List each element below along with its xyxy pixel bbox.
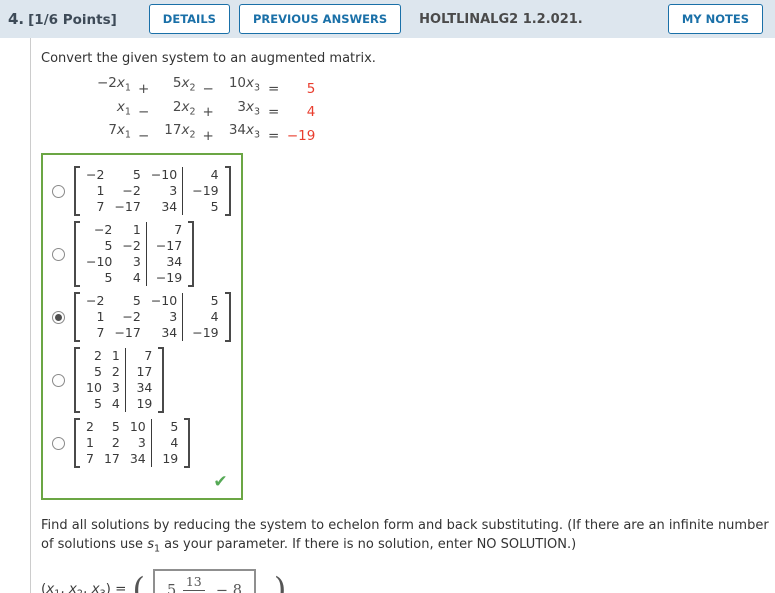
correct-checkmark-icon: ✔ xyxy=(213,472,228,493)
answer-fraction: 13 2 xyxy=(182,574,205,593)
equation-system: −2x1 +5x2−10x3 = 5 x1−2x2 +3x3 = 4 7x1−17x2 +34x3… xyxy=(89,74,315,145)
my-notes-button[interactable]: MY NOTES xyxy=(667,4,763,34)
question-header-bar: 4. [1/6 Points] DETAILS PREVIOUS ANSWERS … xyxy=(0,0,775,38)
solve-instruction: Find all solutions by reducing the syste… xyxy=(41,516,775,559)
choice-radio[interactable] xyxy=(52,184,65,198)
matrix-values: −2 1 7 5 −2 −17 −10 3 34 5 4 −19 xyxy=(81,222,188,287)
equation-operator: − xyxy=(137,104,150,121)
equation-term: 5x2 xyxy=(172,75,196,94)
question-points: [1/6 Points] xyxy=(28,12,117,28)
matrix-values: −2 5 −10 5 1 −2 3 4 7 −17 34 −19 xyxy=(81,293,224,342)
choice-radio[interactable] xyxy=(52,247,65,261)
matrix-values: −2 5 −10 4 1 −2 3 −19 7 −17 34 5 xyxy=(81,167,224,216)
multiple-choice-box: −2 5 −10 4 1 −2 3 −19 7 −17 34 5 −2 1 7 5 −2 −17 −10 3 34 5 4−… xyxy=(41,153,243,501)
answer-input-box[interactable]: 5, 13 2 , − 8 ✖ xyxy=(152,568,256,593)
right-bracket xyxy=(224,166,231,217)
assignment-code: HOLTLINALG2 1.2.021. xyxy=(419,11,583,27)
choice-radio[interactable] xyxy=(52,373,65,387)
question-content: Convert the given system to an augmented… xyxy=(30,38,775,593)
matrix-values: 2 5 10 5 1 2 3 4 7 17 34 19 xyxy=(81,419,184,468)
details-button[interactable]: DETAILS xyxy=(148,4,230,34)
left-bracket xyxy=(74,347,80,414)
answer-row: (x1, x2, x3) = ( 5, 13 2 , − 8 ✖ ) xyxy=(41,568,775,593)
right-bracket xyxy=(158,347,165,414)
right-bracket xyxy=(188,221,195,288)
problem-intro: Convert the given system to an augmented… xyxy=(41,51,376,66)
previous-answers-button[interactable]: PREVIOUS ANSWERS xyxy=(238,4,402,34)
equation-operator: + xyxy=(202,104,214,121)
answer-choice[interactable]: −2 5 −10 4 1 −2 3 −19 7 −17 34 5 xyxy=(52,165,231,217)
equation-row: 7x1−17x2 +34x3 = −19 xyxy=(89,121,315,145)
equals-sign: = xyxy=(268,104,280,121)
augmented-matrix: 2 5 10 5 1 2 3 4 7 17 34 19 xyxy=(74,417,191,469)
right-bracket xyxy=(224,292,231,343)
augmented-matrix: −2 1 7 5 −2 −17 −10 3 34 5 4 −19 xyxy=(74,220,195,288)
equation-row: −2x1 +5x2−10x3 = 5 xyxy=(89,74,315,98)
equation-operator: + xyxy=(202,128,214,145)
instruction-line2: as your parameter. If there is no soluti… xyxy=(160,537,577,553)
augmented-matrix: 2 1 7 5 2 17 10 3 34 5 4 19 xyxy=(74,346,165,414)
left-bracket xyxy=(74,292,80,343)
question-number-points: 4. [1/6 Points] xyxy=(8,10,117,28)
augmented-matrix: −2 5 −10 5 1 −2 3 4 7 −17 34 −19 xyxy=(74,291,231,343)
left-bracket xyxy=(74,221,80,288)
equation-term: 17x2 xyxy=(164,122,196,142)
open-parenthesis: ( xyxy=(132,569,145,593)
choice-radio[interactable] xyxy=(52,436,65,450)
matrix-values: 2 1 7 5 2 17 10 3 34 5 4 19 xyxy=(81,348,158,413)
equation-term: 2x2 xyxy=(172,98,196,118)
close-parenthesis: ) xyxy=(273,569,287,593)
equation-operator: + xyxy=(137,80,150,97)
equation-rhs: 5 xyxy=(306,80,316,97)
question-number: 4. xyxy=(8,10,25,28)
equation-rhs: −19 xyxy=(286,128,316,145)
choice-list: −2 5 −10 4 1 −2 3 −19 7 −17 34 5 −2 1 7 5 −2 −17 −10 3 34 5 4−… xyxy=(52,165,231,469)
answer-choice[interactable]: −2 1 7 5 −2 −17 −10 3 34 5 4 −19 xyxy=(52,220,231,288)
equation-operator: − xyxy=(137,128,150,145)
fraction-numerator: 13 xyxy=(182,574,205,592)
answer-lhs: (x1, x2, x3) = xyxy=(41,581,127,593)
equation-term: 34x3 xyxy=(228,122,261,142)
equals-sign: = xyxy=(268,128,280,145)
answer-value-before: 5, xyxy=(166,582,181,593)
equation-rhs: 4 xyxy=(306,104,316,121)
answer-choice[interactable]: −2 5 −10 5 1 −2 3 4 7 −17 34 −19 xyxy=(52,291,231,343)
equation-term: −2x1 xyxy=(97,75,131,94)
assignment-question-panel: 4. [1/6 Points] DETAILS PREVIOUS ANSWERS … xyxy=(0,0,775,593)
parameter-variable: s xyxy=(147,537,154,553)
answer-choice[interactable]: 2 1 7 5 2 17 10 3 34 5 4 19 xyxy=(52,346,231,414)
right-bracket xyxy=(184,418,191,469)
equation-row: x1− 2x2 +3x3 = 4 xyxy=(89,98,315,122)
grading-mark-row: ✔ xyxy=(52,472,231,496)
left-bracket xyxy=(74,166,80,217)
equation-term: 3x3 xyxy=(237,98,261,118)
equation-operator: − xyxy=(202,80,214,97)
choice-radio[interactable] xyxy=(52,310,65,324)
equation-term: 7x1 xyxy=(108,122,131,142)
equals-sign: = xyxy=(268,80,280,97)
answer-choice[interactable]: 2 5 10 5 1 2 3 4 7 17 34 19 xyxy=(52,417,231,469)
augmented-matrix: −2 5 −10 4 1 −2 3 −19 7 −17 34 5 xyxy=(74,165,231,217)
left-bracket xyxy=(74,418,80,469)
equation-term: 10x3 xyxy=(228,75,261,94)
answer-value-after: , − 8 xyxy=(206,582,242,593)
equation-term: x1 xyxy=(116,98,131,118)
